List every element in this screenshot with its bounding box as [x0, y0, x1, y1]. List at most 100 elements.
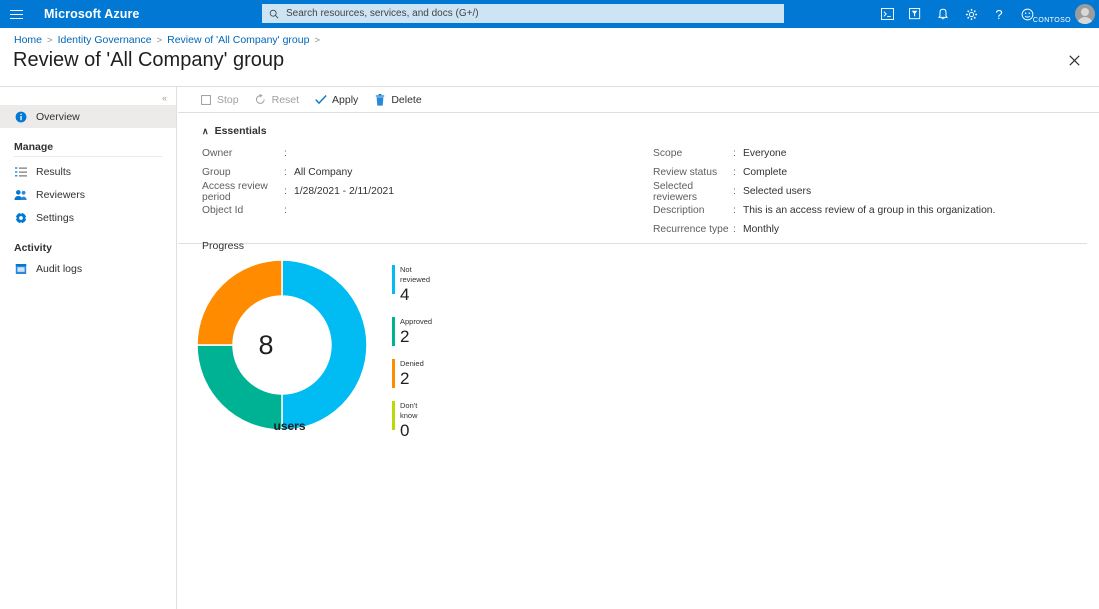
legend-text: Approved2 — [400, 317, 432, 346]
essentials-row-access-review-period: Access review period : 1/28/2021 - 2/11/… — [202, 182, 622, 201]
apply-button-label: Apply — [332, 94, 358, 106]
essentials-label: Recurrence type — [653, 224, 733, 235]
close-icon[interactable] — [1063, 49, 1085, 71]
legend-item[interactable]: Don't know0 — [392, 401, 432, 440]
search-input[interactable] — [284, 7, 744, 20]
global-search[interactable] — [262, 4, 784, 23]
sidebar-item-settings[interactable]: Settings — [0, 206, 176, 229]
essentials-toggle[interactable]: ∧ Essentials — [202, 125, 282, 137]
info-circle-icon — [14, 110, 27, 123]
people-icon — [14, 188, 27, 201]
breadcrumb-item-home[interactable]: Home — [14, 34, 42, 46]
delete-button-label: Delete — [391, 94, 421, 106]
essentials-row-review-status: Review status : Complete — [653, 163, 1083, 182]
essentials-heading: Essentials — [215, 125, 267, 137]
list-icon — [14, 165, 27, 178]
essentials-label: Review status — [653, 167, 733, 178]
essentials-label: Object Id — [202, 205, 284, 216]
essentials-label: Description — [653, 205, 733, 216]
cloud-shell-icon[interactable] — [873, 0, 901, 28]
legend-value: 2 — [400, 327, 432, 346]
essentials-value: Everyone — [743, 148, 787, 159]
essentials-value: Selected users — [743, 186, 811, 197]
stop-button[interactable]: Stop — [192, 89, 247, 111]
essentials-row-group: Group : All Company — [202, 163, 622, 182]
legend-item[interactable]: Approved2 — [392, 317, 432, 346]
collapse-sidebar-icon[interactable]: « — [159, 91, 170, 105]
reset-button-label: Reset — [272, 94, 299, 106]
sidebar-item-overview[interactable]: Overview — [0, 105, 176, 128]
sidebar-item-label: Reviewers — [36, 189, 85, 201]
legend-value: 2 — [400, 369, 424, 388]
left-sidebar: « Overview Manage — [0, 87, 177, 609]
command-toolbar: Stop Reset Apply — [178, 87, 1099, 113]
sidebar-group-activity: Activity — [0, 229, 176, 257]
legend-value: 4 — [400, 285, 432, 304]
essentials-row-scope: Scope : Everyone — [653, 144, 1083, 163]
legend-text: Not reviewed4 — [400, 265, 432, 304]
trash-icon — [374, 94, 386, 106]
top-navigation-bar: Microsoft Azure — [0, 0, 1099, 28]
essentials-colon: : — [733, 205, 743, 216]
essentials-left-column: Owner : Group : All Company Access revie… — [202, 144, 622, 220]
breadcrumb-separator: > — [47, 35, 53, 46]
stop-square-icon — [200, 94, 212, 106]
legend-item[interactable]: Not reviewed4 — [392, 265, 432, 304]
essentials-row-recurrence-type: Recurrence type : Monthly — [653, 220, 1083, 239]
legend-item[interactable]: Denied2 — [392, 359, 432, 388]
breadcrumb-item-review[interactable]: Review of 'All Company' group — [167, 34, 309, 46]
essentials-colon: : — [733, 224, 743, 235]
donut-slice[interactable] — [197, 345, 282, 430]
donut-slice[interactable] — [197, 260, 282, 345]
breadcrumb-separator: > — [157, 35, 163, 46]
sidebar-item-audit-logs[interactable]: Audit logs — [0, 257, 176, 280]
essentials-row-object-id: Object Id : — [202, 201, 622, 220]
top-bar-icon-group: ? — [873, 0, 1041, 28]
donut-slice[interactable] — [282, 260, 367, 430]
essentials-value: This is an access review of a group in t… — [743, 205, 995, 216]
essentials-value: 1/28/2021 - 2/11/2021 — [294, 186, 394, 197]
breadcrumb-item-identity-governance[interactable]: Identity Governance — [58, 34, 152, 46]
essentials-label: Access review period — [202, 181, 284, 203]
essentials-colon: : — [284, 148, 294, 159]
delete-button[interactable]: Delete — [366, 89, 429, 111]
tenant-selector[interactable]: CONTOSO — [1033, 0, 1071, 28]
sidebar-item-reviewers[interactable]: Reviewers — [0, 183, 176, 206]
essentials-colon: : — [733, 167, 743, 178]
essentials-value: All Company — [294, 167, 352, 178]
hamburger-menu-icon[interactable] — [0, 0, 32, 28]
legend-color-swatch — [392, 401, 395, 430]
legend-color-swatch — [392, 359, 395, 388]
essentials-label: Owner — [202, 148, 284, 159]
tenant-name: CONTOSO — [1033, 17, 1071, 24]
essentials-colon: : — [733, 148, 743, 159]
user-avatar[interactable] — [1075, 4, 1095, 24]
notifications-bell-icon[interactable] — [929, 0, 957, 28]
legend-text: Denied2 — [400, 359, 424, 388]
essentials-right-column: Scope : Everyone Review status : Complet… — [653, 144, 1083, 239]
legend-color-swatch — [392, 317, 395, 346]
essentials-row-selected-reviewers: Selected reviewers : Selected users — [653, 182, 1083, 201]
donut-chart — [192, 255, 372, 440]
book-icon — [14, 262, 27, 275]
essentials-label: Group — [202, 167, 284, 178]
legend-label: Not reviewed — [400, 265, 432, 285]
sidebar-item-results[interactable]: Results — [0, 160, 176, 183]
checkmark-icon — [315, 94, 327, 106]
legend-text: Don't know0 — [400, 401, 432, 440]
settings-gear-icon[interactable] — [957, 0, 985, 28]
essentials-value: Complete — [743, 167, 787, 178]
essentials-row-description: Description : This is an access review o… — [653, 201, 1083, 220]
help-icon[interactable]: ? — [985, 0, 1013, 28]
reset-button[interactable]: Reset — [247, 89, 307, 111]
breadcrumb-separator: > — [314, 35, 320, 46]
chevron-up-icon: ∧ — [202, 126, 209, 137]
page-title: Review of 'All Company' group — [13, 49, 284, 72]
apply-button[interactable]: Apply — [307, 89, 366, 111]
content-pane: Stop Reset Apply — [178, 87, 1099, 609]
gear-icon — [14, 211, 27, 224]
directory-filter-icon[interactable] — [901, 0, 929, 28]
essentials-label: Selected reviewers — [653, 181, 733, 203]
brand-title[interactable]: Microsoft Azure — [44, 7, 140, 21]
search-icon — [269, 9, 279, 19]
